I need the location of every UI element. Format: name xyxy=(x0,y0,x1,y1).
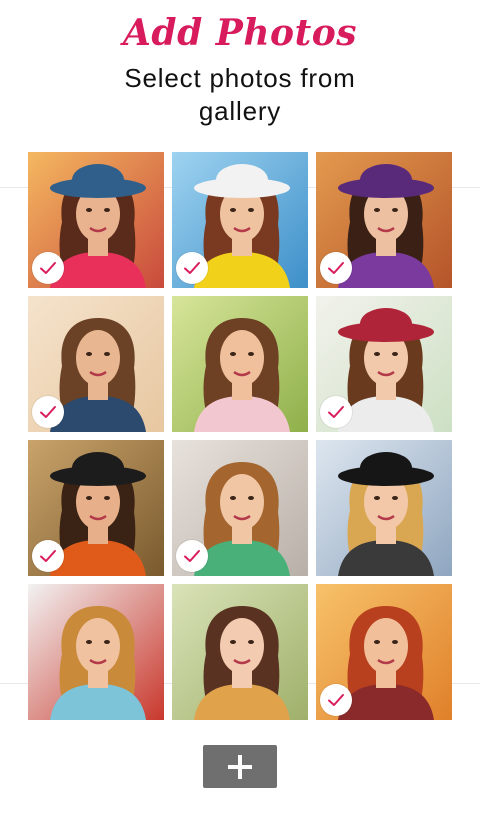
check-icon xyxy=(328,262,344,274)
plus-icon xyxy=(228,755,252,779)
gallery-photo[interactable] xyxy=(316,584,452,720)
gallery-photo[interactable] xyxy=(28,440,164,576)
portrait-image xyxy=(172,296,308,432)
check-icon xyxy=(328,694,344,706)
gallery-photo[interactable] xyxy=(172,152,308,288)
check-icon xyxy=(40,550,56,562)
selected-check-badge[interactable] xyxy=(32,540,64,572)
add-photo-button[interactable] xyxy=(203,745,277,788)
gallery-photo[interactable] xyxy=(172,584,308,720)
check-icon xyxy=(328,406,344,418)
photo-grid xyxy=(28,152,452,720)
selected-check-badge[interactable] xyxy=(320,252,352,284)
page-title: Add Photos xyxy=(123,12,357,54)
check-icon xyxy=(40,406,56,418)
gallery-photo[interactable] xyxy=(28,584,164,720)
gallery-photo[interactable] xyxy=(172,440,308,576)
gallery-photo[interactable] xyxy=(172,296,308,432)
add-photos-screen: Add Photos Select photos from gallery xyxy=(0,0,480,821)
gallery-photo[interactable] xyxy=(28,296,164,432)
gallery-photo[interactable] xyxy=(316,440,452,576)
selected-check-badge[interactable] xyxy=(176,252,208,284)
portrait-image xyxy=(316,440,452,576)
check-icon xyxy=(184,550,200,562)
selected-check-badge[interactable] xyxy=(176,540,208,572)
check-icon xyxy=(184,262,200,274)
selected-check-badge[interactable] xyxy=(320,396,352,428)
portrait-image xyxy=(172,584,308,720)
portrait-image xyxy=(28,584,164,720)
selected-check-badge[interactable] xyxy=(32,252,64,284)
gallery-photo[interactable] xyxy=(316,152,452,288)
gallery-photo[interactable] xyxy=(28,152,164,288)
check-icon xyxy=(40,262,56,274)
gallery-photo[interactable] xyxy=(316,296,452,432)
selected-check-badge[interactable] xyxy=(32,396,64,428)
selected-check-badge[interactable] xyxy=(320,684,352,716)
page-subtitle: Select photos from gallery xyxy=(124,63,356,126)
